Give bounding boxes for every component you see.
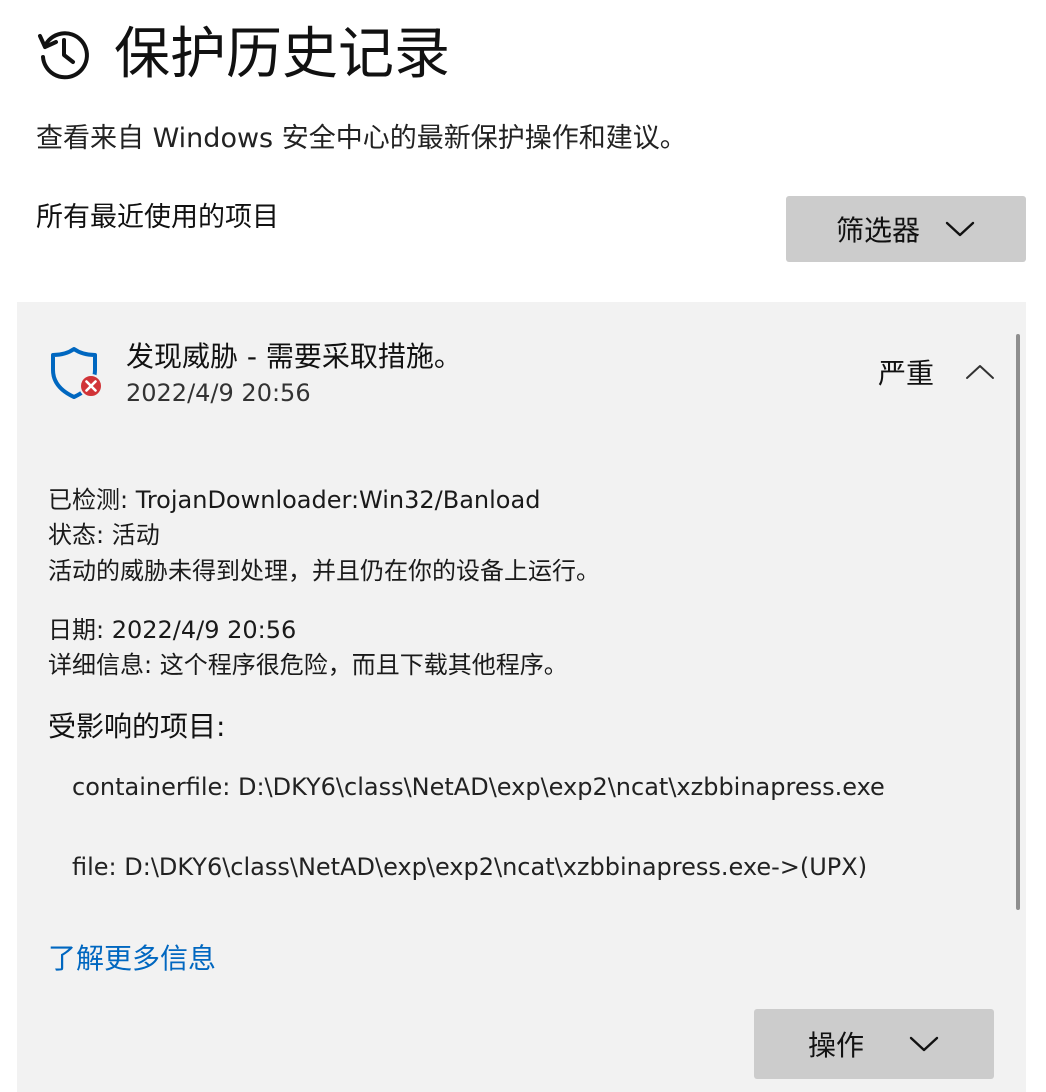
page-title: 保护历史记录 [114, 22, 450, 87]
threat-status: 状态: 活动 [48, 521, 160, 549]
chevron-down-icon [945, 221, 975, 237]
actions-button[interactable]: 操作 [754, 1009, 994, 1079]
threat-title: 发现威胁 - 需要采取措施。 [126, 340, 462, 373]
collapse-button[interactable] [958, 352, 1002, 392]
card-scrollbar[interactable] [1016, 334, 1020, 910]
detected-threat-name: 已检测: TrojanDownloader:Win32/Banload [48, 486, 541, 514]
filter-button-label: 筛选器 [835, 214, 920, 247]
affected-item: containerfile: D:\DKY6\class\NetAD\exp\e… [72, 773, 885, 801]
actions-button-label: 操作 [807, 1029, 864, 1062]
threat-date: 日期: 2022/4/9 20:56 [48, 616, 297, 644]
severity-label: 严重 [878, 357, 935, 390]
learn-more-link[interactable]: 了解更多信息 [48, 940, 216, 978]
history-clock-icon [38, 31, 89, 80]
threat-timestamp: 2022/4/9 20:56 [126, 379, 311, 407]
chevron-down-icon [909, 1036, 939, 1052]
recent-items-label: 所有最近使用的项目 [36, 202, 279, 233]
protection-history-page: 保护历史记录 查看来自 Windows 安全中心的最新保护操作和建议。 所有最近… [0, 0, 1046, 1092]
threat-status-note: 活动的威胁未得到处理，并且仍在你的设备上运行。 [48, 557, 600, 585]
shield-threat-icon [51, 347, 103, 399]
threat-details: 详细信息: 这个程序很危险，而且下载其他程序。 [48, 651, 568, 679]
chevron-up-icon [966, 365, 994, 379]
filter-button[interactable]: 筛选器 [786, 196, 1026, 262]
affected-items-heading: 受影响的项目: [48, 710, 226, 743]
affected-item: file: D:\DKY6\class\NetAD\exp\exp2\ncat\… [72, 853, 868, 881]
page-subtitle: 查看来自 Windows 安全中心的最新保护操作和建议。 [36, 123, 687, 154]
